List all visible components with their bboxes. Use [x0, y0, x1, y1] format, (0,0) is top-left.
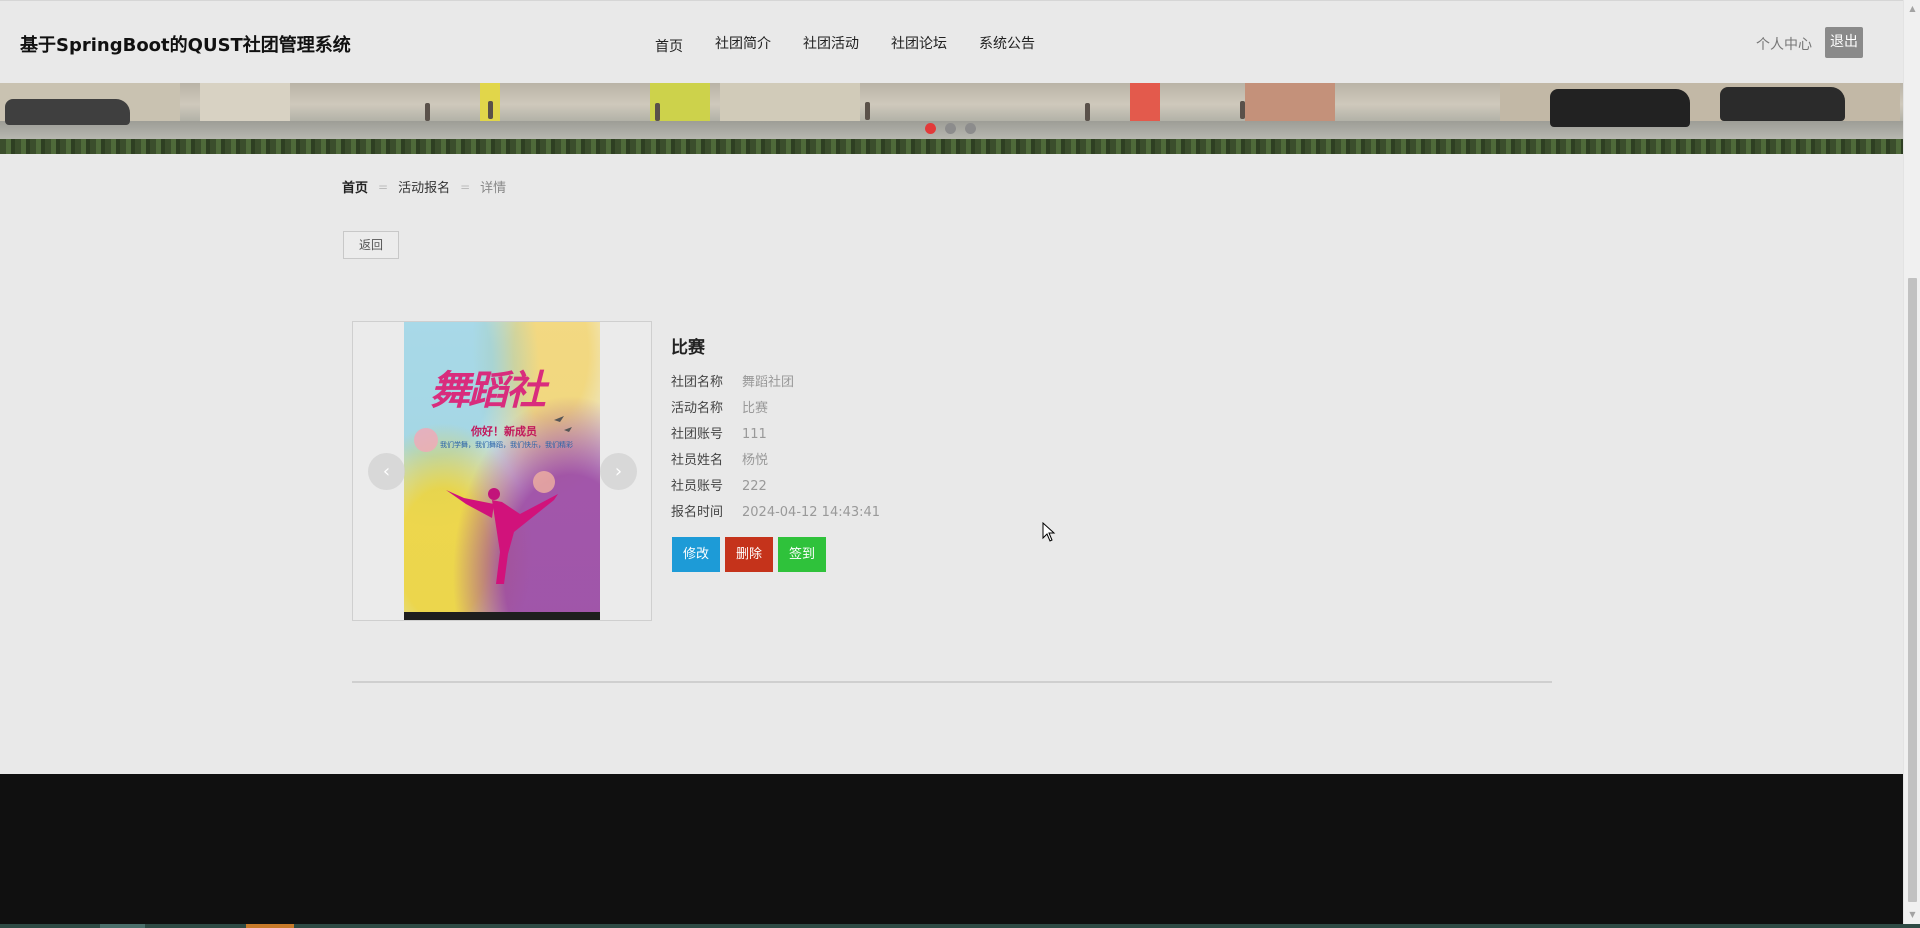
- banner-person: [1240, 101, 1245, 119]
- field-label: 报名时间: [671, 505, 724, 520]
- taskbar-item[interactable]: [100, 924, 145, 928]
- field-label: 社员账号: [671, 479, 724, 494]
- detail-row: 报名时间 2024-04-12 14:43:41: [671, 500, 880, 526]
- back-button[interactable]: 返回: [343, 231, 399, 259]
- scrollbar-thumb[interactable]: [1908, 278, 1917, 902]
- activity-name-value: 比赛: [742, 401, 769, 416]
- breadcrumb-separator: =: [378, 179, 389, 194]
- banner-car: [1720, 87, 1845, 121]
- logout-button[interactable]: 退出: [1825, 27, 1863, 58]
- field-label: 活动名称: [671, 401, 724, 416]
- carousel-dot-1[interactable]: [925, 123, 936, 134]
- gallery-prev-arrow-icon[interactable]: ‹: [368, 453, 405, 490]
- detail-title: 比赛: [671, 338, 705, 358]
- nav-club-forum[interactable]: 社团论坛: [891, 33, 947, 53]
- gallery-next-arrow-icon[interactable]: ›: [600, 453, 637, 490]
- breadcrumb-home[interactable]: 首页: [342, 177, 368, 196]
- detail-row: 社团名称 舞蹈社团: [671, 370, 880, 396]
- banner-hedge: [0, 139, 1903, 154]
- nav-announcements[interactable]: 系统公告: [979, 33, 1035, 53]
- breadcrumb: 首页 = 活动报名 = 详情: [342, 177, 507, 197]
- site-title[interactable]: 基于SpringBoot的QUST社团管理系统: [20, 31, 351, 57]
- banner-person: [488, 101, 493, 119]
- image-gallery: 舞蹈社 你好！新成员 我们学舞，我们舞蹈，我们快乐，我们精彩 ‹ ›: [352, 321, 652, 621]
- content-divider: [352, 681, 1552, 683]
- banner-carousel[interactable]: [0, 83, 1903, 154]
- banner-person: [425, 103, 430, 121]
- nav-club-activities[interactable]: 社团活动: [803, 33, 859, 53]
- edit-button[interactable]: 修改: [672, 537, 721, 572]
- member-account-value: 222: [742, 479, 767, 494]
- banner-building: [200, 83, 290, 123]
- banner-person: [865, 102, 870, 120]
- signup-time-value: 2024-04-12 14:43:41: [742, 505, 881, 520]
- delete-button[interactable]: 删除: [725, 537, 774, 572]
- banner-building: [1130, 83, 1160, 123]
- breadcrumb-section[interactable]: 活动报名: [398, 177, 450, 196]
- mouse-pointer-icon: [1042, 522, 1056, 542]
- main-nav: 首页 社团简介 社团活动 社团论坛 系统公告: [655, 33, 1067, 56]
- club-account-value: 111: [742, 427, 767, 442]
- banner-car: [1550, 89, 1690, 127]
- carousel-dot-2[interactable]: [945, 123, 956, 134]
- detail-row: 社员账号 222: [671, 474, 880, 500]
- field-label: 社团账号: [671, 427, 724, 442]
- nav-home[interactable]: 首页: [655, 36, 683, 56]
- poster-footer: [404, 612, 600, 620]
- banner-building: [1245, 83, 1335, 123]
- carousel-dot-3[interactable]: [965, 123, 976, 134]
- banner-person: [655, 103, 660, 121]
- dancer-silhouette-icon: [414, 416, 572, 584]
- user-center-link[interactable]: 个人中心: [1756, 34, 1812, 54]
- taskbar-strip: [0, 924, 1920, 928]
- signup-detail-info: 比赛 社团名称 舞蹈社团 活动名称 比赛 社团账号 111 社员姓名 杨悦 社员…: [671, 333, 880, 526]
- sign-in-button[interactable]: 签到: [778, 537, 827, 572]
- taskbar-item[interactable]: [246, 924, 294, 928]
- member-name-value: 杨悦: [742, 453, 769, 468]
- carousel-indicators: [925, 123, 976, 134]
- detail-row: 社团账号 111: [671, 422, 880, 448]
- detail-row: 活动名称 比赛: [671, 396, 880, 422]
- scroll-up-arrow-icon[interactable]: ▲: [1904, 0, 1920, 17]
- breadcrumb-separator: =: [460, 179, 471, 194]
- vertical-scrollbar[interactable]: ▲ ▼: [1903, 0, 1920, 924]
- banner-person: [1085, 103, 1090, 121]
- field-label: 社团名称: [671, 375, 724, 390]
- club-name-value: 舞蹈社团: [742, 375, 795, 390]
- action-buttons: 修改 删除 签到: [672, 537, 827, 572]
- nav-club-intro[interactable]: 社团简介: [715, 33, 771, 53]
- field-label: 社员姓名: [671, 453, 724, 468]
- activity-poster-image: 舞蹈社 你好！新成员 我们学舞，我们舞蹈，我们快乐，我们精彩: [404, 322, 600, 620]
- banner-car: [5, 99, 130, 125]
- banner-building: [720, 83, 860, 123]
- page-footer: [0, 774, 1903, 925]
- detail-row: 社员姓名 杨悦: [671, 448, 880, 474]
- top-header: 基于SpringBoot的QUST社团管理系统 首页 社团简介 社团活动 社团论…: [0, 0, 1903, 83]
- breadcrumb-current: 详情: [480, 181, 507, 196]
- scroll-down-arrow-icon[interactable]: ▼: [1904, 906, 1920, 923]
